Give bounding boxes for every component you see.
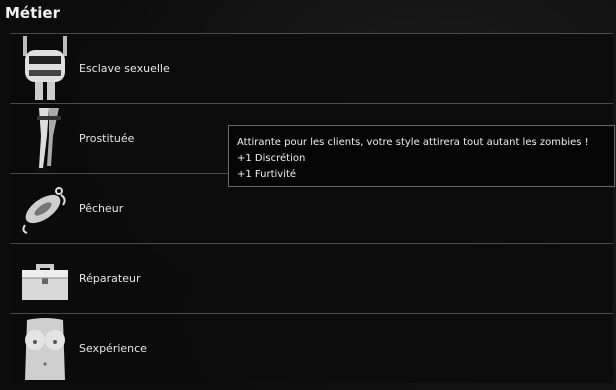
tooltip-description: Attirante pour les clients, votre style … <box>237 137 589 148</box>
list-item-label: Esclave sexuelle <box>79 62 170 75</box>
list-item-reparateur[interactable]: Réparateur <box>10 243 613 313</box>
tooltip-bonus-discretion: +1 Discrétion <box>237 153 306 164</box>
page-title: Métier <box>5 4 60 22</box>
list-item-esclave[interactable]: Esclave sexuelle <box>10 33 613 103</box>
list-item-sexperience[interactable]: Sexpérience <box>10 313 613 383</box>
list-item-label: Pêcheur <box>79 202 124 215</box>
job-tooltip: Attirante pour les clients, votre style … <box>228 125 615 187</box>
tooltip-bonus-furtivite: +1 Furtivité <box>237 169 297 180</box>
list-item-label: Réparateur <box>79 272 141 285</box>
list-item-label: Sexpérience <box>79 342 147 355</box>
chained-hands-icon <box>15 35 75 103</box>
list-item-label: Prostituée <box>79 132 135 145</box>
stocking-legs-icon <box>15 105 75 173</box>
toolbox-icon <box>15 245 75 313</box>
job-list: Esclave sexuelle Prostituée Pêcheur Répa… <box>10 33 613 383</box>
torso-icon <box>15 315 75 383</box>
fishing-lure-icon <box>15 175 75 243</box>
